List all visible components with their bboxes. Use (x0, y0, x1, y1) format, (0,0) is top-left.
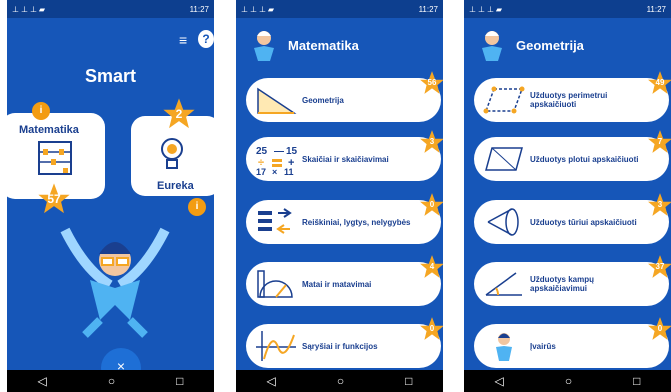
tile-matematika-label: Matematika (19, 124, 79, 136)
list-item[interactable]: Geometrija 56 (246, 71, 443, 122)
lightbulb-icon (161, 138, 183, 169)
svg-text:—: — (274, 146, 284, 157)
star-badge: 4 (419, 254, 443, 280)
mascot-illustration (60, 227, 170, 338)
system-nav-bar: ◁ ○ □ (464, 370, 671, 392)
status-time: 11:27 (646, 4, 666, 14)
abacus-icon (38, 141, 72, 175)
system-nav-bar: ◁ ○ □ (7, 370, 214, 392)
home-icon[interactable]: ○ (565, 374, 572, 388)
star-badge: 56 (419, 70, 443, 96)
notification-icons: ⊥⊥⊥▰ (12, 4, 48, 14)
info-badge-matematika[interactable]: i (32, 102, 50, 120)
star-badge: 49 (647, 70, 671, 96)
star-badge-eureka: 2 (162, 97, 196, 131)
status-bar: ⊥⊥⊥▰ 11:27 (464, 0, 671, 18)
notification-icons: ⊥⊥⊥▰ (469, 4, 505, 14)
page-title: Matematika (288, 37, 359, 53)
area-shape-icon (485, 147, 523, 171)
tile-eureka-label: Eureka (157, 180, 194, 192)
star-badge: 3 (419, 129, 443, 155)
star-badge: 3 (647, 192, 671, 218)
star-badge: 7 (647, 129, 671, 155)
recents-icon[interactable]: □ (176, 374, 183, 388)
star-badge: 0 (419, 192, 443, 218)
menu-icon[interactable]: ≡ (179, 32, 187, 48)
notification-icons: ⊥⊥⊥▰ (241, 4, 277, 14)
svg-text:25: 25 (256, 146, 268, 157)
page-title: Smart (84, 66, 137, 86)
svg-text:×: × (272, 167, 277, 176)
numbers-icon: 25 — 15 ÷ + 17 × 11 (256, 146, 298, 176)
back-icon[interactable]: ◁ (38, 374, 47, 388)
mascot-misc-icon (496, 333, 512, 361)
status-time: 11:27 (189, 4, 209, 14)
screen-home: ⊥⊥⊥▰ 11:27 ≡ ? Smart Matematika i 57 Eur… (7, 0, 214, 392)
list-item[interactable]: Užduotys tūriui apskaičiuoti 3 (474, 193, 671, 244)
screen-geometrija: ⊥⊥⊥▰ 11:27 Geometrija Užduotys perimetru… (464, 0, 671, 392)
help-icon[interactable]: ? (198, 30, 214, 48)
list-item[interactable]: 25 — 15 ÷ + 17 × 11 Skaičiai ir skaičiav… (246, 130, 443, 181)
star-badge: 0 (419, 316, 443, 342)
cone-volume-icon (487, 208, 519, 236)
list-item[interactable]: Užduotys plotui apskaičiuoti 7 (474, 130, 671, 181)
equations-icon (258, 208, 292, 234)
list-item[interactable]: Sąryšiai ir funkcijos 0 (246, 317, 443, 368)
app-bar: Matematika (236, 18, 443, 72)
list-item[interactable]: Matai ir matavimai 4 (246, 255, 443, 306)
back-icon[interactable]: ◁ (267, 374, 276, 388)
list-item[interactable]: Užduotys perimetrui apskaičiuoti 49 (474, 71, 671, 122)
system-nav-bar: ◁ ○ □ (236, 370, 443, 392)
status-bar: ⊥⊥⊥▰ 11:27 (236, 0, 443, 18)
mascot-avatar-icon (482, 31, 502, 61)
parallelogram-perimeter-icon (483, 86, 525, 114)
svg-text:17: 17 (256, 167, 266, 176)
list-item[interactable]: Užduotys kampų apskaičiavimui 37 (474, 255, 671, 306)
screen-matematika: ⊥⊥⊥▰ 11:27 Matematika Geometrija 56 25 —… (236, 0, 443, 392)
function-graph-icon (256, 331, 296, 361)
recents-icon[interactable]: □ (405, 374, 412, 388)
angle-icon (485, 272, 522, 296)
info-badge-eureka[interactable]: i (188, 198, 206, 216)
home-icon[interactable]: ○ (337, 374, 344, 388)
star-badge: 0 (647, 316, 671, 342)
recents-icon[interactable]: □ (633, 374, 640, 388)
page-title: Geometrija (516, 37, 584, 53)
status-time: 11:27 (418, 4, 438, 14)
list-item[interactable]: Reiškiniai, lygtys, nelygybės 0 (246, 193, 443, 244)
svg-text:15: 15 (286, 146, 298, 157)
home-icon[interactable]: ○ (108, 374, 115, 388)
triangle-ruler-icon (257, 87, 297, 114)
svg-text:11: 11 (284, 167, 294, 176)
list-item[interactable]: Įvairūs 0 (474, 317, 671, 368)
mascot-avatar-icon (254, 31, 274, 61)
star-badge: 37 (647, 254, 671, 280)
protractor-icon (257, 270, 293, 298)
status-bar: ⊥⊥⊥▰ 11:27 (7, 0, 214, 18)
back-icon[interactable]: ◁ (495, 374, 504, 388)
app-bar: Geometrija (464, 18, 671, 72)
